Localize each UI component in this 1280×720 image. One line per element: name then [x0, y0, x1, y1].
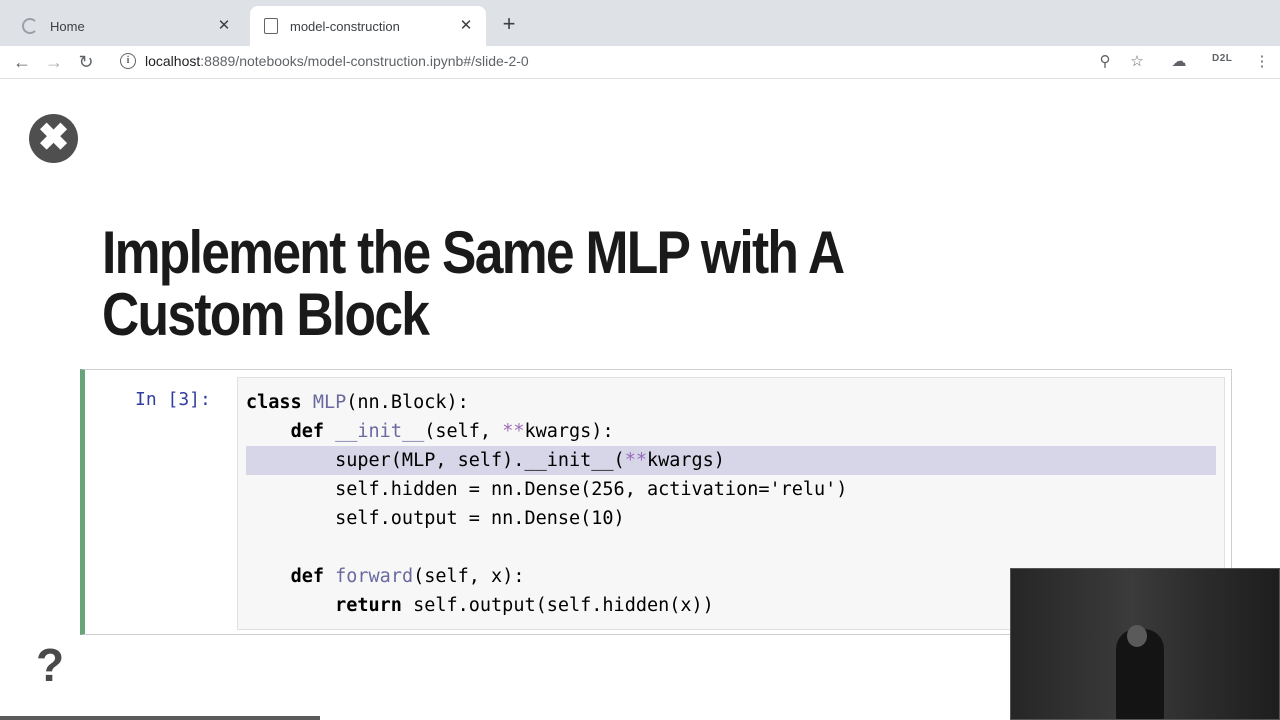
star-icon[interactable]: ☆ [1125, 50, 1149, 74]
tab-label: Home [50, 18, 85, 34]
close-icon[interactable]: ✕ [456, 16, 476, 36]
address-bar[interactable]: i localhost:8889/notebooks/model-constru… [110, 46, 1160, 76]
back-arrow-icon[interactable]: ← [8, 48, 36, 76]
close-icon[interactable]: ✕ [214, 16, 234, 36]
close-slide-icon[interactable]: ✖ [29, 114, 78, 163]
slide-title: Implement the Same MLP with A Custom Blo… [102, 219, 843, 348]
zoom-icon[interactable]: ⚲ [1093, 50, 1117, 74]
tab-strip: Home ✕ model-construction ✕ + [0, 0, 1280, 46]
d2l-extension-label[interactable]: D2L [1212, 53, 1232, 64]
tab-label: model-construction [290, 18, 400, 34]
cell-prompt: In [3]: [135, 389, 211, 410]
code-line-7: def forward(self, x): [290, 566, 525, 587]
code-line-4: self.hidden = nn.Dense(256, activation='… [246, 479, 848, 500]
menu-dots-icon[interactable]: ⋮ [1250, 50, 1274, 74]
forward-arrow-icon[interactable]: → [40, 48, 68, 76]
cloud-icon[interactable]: ☁ [1167, 50, 1191, 74]
url-text[interactable]: localhost:8889/notebooks/model-construct… [145, 53, 529, 69]
code-line-3: super(MLP, self).__init__(**kwargs) [246, 450, 725, 471]
info-icon[interactable]: i [120, 53, 136, 69]
code-line-2: def __init__(self, **kwargs): [290, 421, 614, 442]
refresh-favicon-icon [22, 18, 38, 34]
tab-model-construction[interactable]: model-construction ✕ [250, 6, 486, 46]
help-icon[interactable]: ? [36, 638, 64, 692]
reload-icon[interactable]: ↻ [72, 48, 100, 76]
new-tab-plus-icon[interactable]: + [496, 12, 522, 38]
webcam-video [1010, 568, 1280, 720]
tab-home[interactable]: Home ✕ [8, 6, 244, 46]
code-line-1: class MLP(nn.Block): [246, 392, 469, 413]
code-line-8: return self.output(self.hidden(x)) [335, 595, 714, 616]
browser-toolbar: ← → ↻ i localhost:8889/notebooks/model-c… [0, 46, 1280, 79]
notebook-favicon-icon [264, 18, 278, 34]
code-line-5: self.output = nn.Dense(10) [246, 508, 625, 529]
slide-progress-bar [0, 716, 320, 720]
